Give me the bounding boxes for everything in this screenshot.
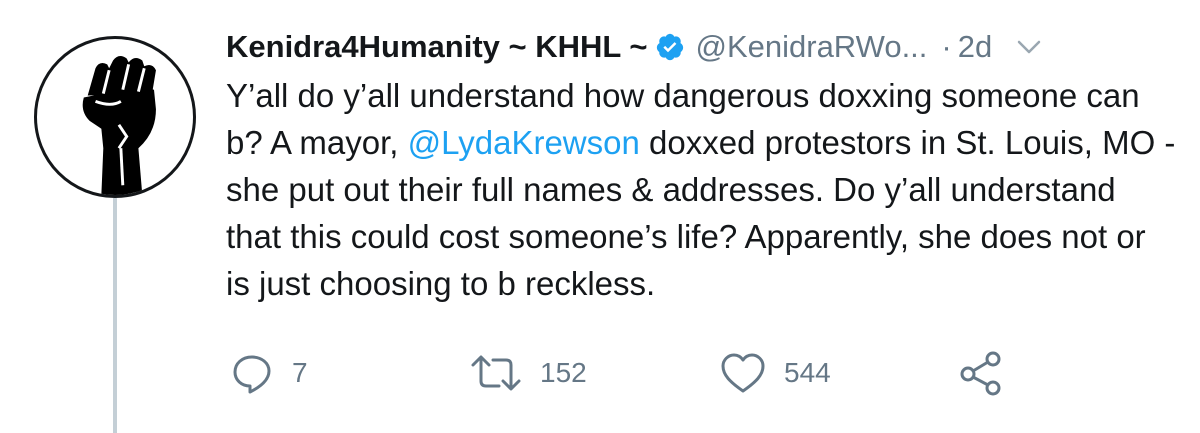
- tweet-header: Kenidra4Humanity ~ KHHL ~ @KenidraRWo...…: [226, 22, 1176, 72]
- share-button[interactable]: [958, 350, 1004, 396]
- reply-button[interactable]: 7: [230, 350, 308, 396]
- separator-dot: ·: [941, 29, 952, 64]
- share-icon: [958, 350, 1004, 396]
- user-handle[interactable]: @KenidraRWo...: [695, 29, 927, 65]
- heart-icon: [720, 351, 766, 395]
- reply-count: 7: [292, 357, 308, 388]
- verified-badge-icon: [655, 32, 685, 62]
- timestamp[interactable]: 2d: [958, 29, 992, 65]
- thread-line: [113, 198, 117, 433]
- tweet-text: Y’all do y’all understand how dangerous …: [226, 72, 1176, 307]
- tweet-actions: 7 152 544: [230, 350, 1030, 396]
- retweet-button[interactable]: 152: [470, 350, 587, 396]
- like-button[interactable]: 544: [720, 350, 831, 396]
- mention-link[interactable]: @LydaKrewson: [408, 124, 640, 161]
- tweet[interactable]: Kenidra4Humanity ~ KHHL ~ @KenidraRWo...…: [0, 0, 1200, 433]
- like-count: 544: [784, 357, 831, 388]
- retweet-icon: [470, 351, 522, 395]
- avatar[interactable]: [34, 36, 196, 198]
- retweet-count: 152: [540, 357, 587, 388]
- reply-icon: [230, 351, 274, 395]
- raised-fist-icon: [82, 55, 156, 195]
- tweet-content: Kenidra4Humanity ~ KHHL ~ @KenidraRWo...…: [226, 22, 1176, 307]
- display-name[interactable]: Kenidra4Humanity ~ KHHL ~: [226, 29, 647, 65]
- chevron-down-icon[interactable]: [1014, 32, 1044, 62]
